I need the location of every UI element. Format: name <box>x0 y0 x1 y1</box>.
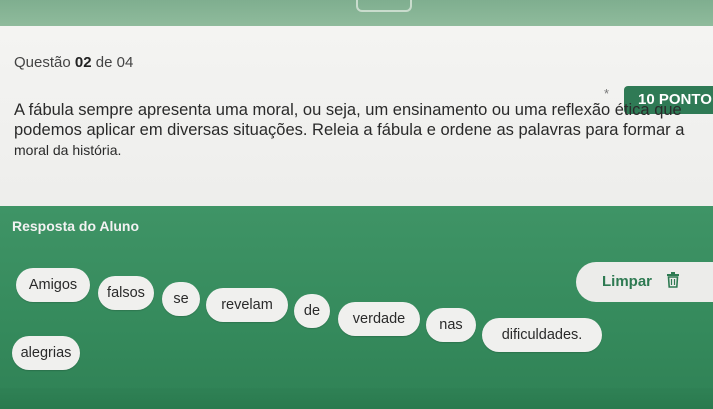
question-separator: de <box>95 54 113 71</box>
question-statement: A fábula sempre apresenta uma moral, ou … <box>14 100 704 160</box>
top-header-bar <box>0 0 713 26</box>
clear-button[interactable]: Limpar <box>576 262 713 302</box>
word-chip[interactable]: se <box>162 282 200 316</box>
word-chip[interactable]: de <box>294 294 330 328</box>
word-chip[interactable]: verdade <box>338 302 420 336</box>
clear-button-label: Limpar <box>602 272 653 290</box>
trash-icon <box>666 272 680 292</box>
bottom-strip <box>0 388 713 409</box>
word-chip[interactable]: falsos <box>98 276 154 310</box>
word-chip[interactable]: nas <box>426 308 476 342</box>
word-chip[interactable]: revelam <box>206 288 288 322</box>
required-marker: * <box>604 86 610 101</box>
question-text-line: podemos aplicar em diversas situações. R… <box>14 121 685 139</box>
answer-label: Resposta do Aluno <box>12 218 140 234</box>
question-total: 04 <box>116 54 134 71</box>
question-prefix: Questão <box>14 54 71 71</box>
top-tab-handle <box>356 0 412 12</box>
question-number: Questão 02 de 04 <box>14 54 133 71</box>
word-chip[interactable]: dificuldades. <box>482 318 602 352</box>
question-text-line: moral da história. <box>14 142 122 158</box>
word-chip[interactable]: Amigos <box>16 268 90 302</box>
word-chip[interactable]: alegrias <box>12 336 80 370</box>
question-text-line: A fábula sempre apresenta uma moral, ou … <box>14 101 682 119</box>
question-current: 02 <box>74 54 92 71</box>
